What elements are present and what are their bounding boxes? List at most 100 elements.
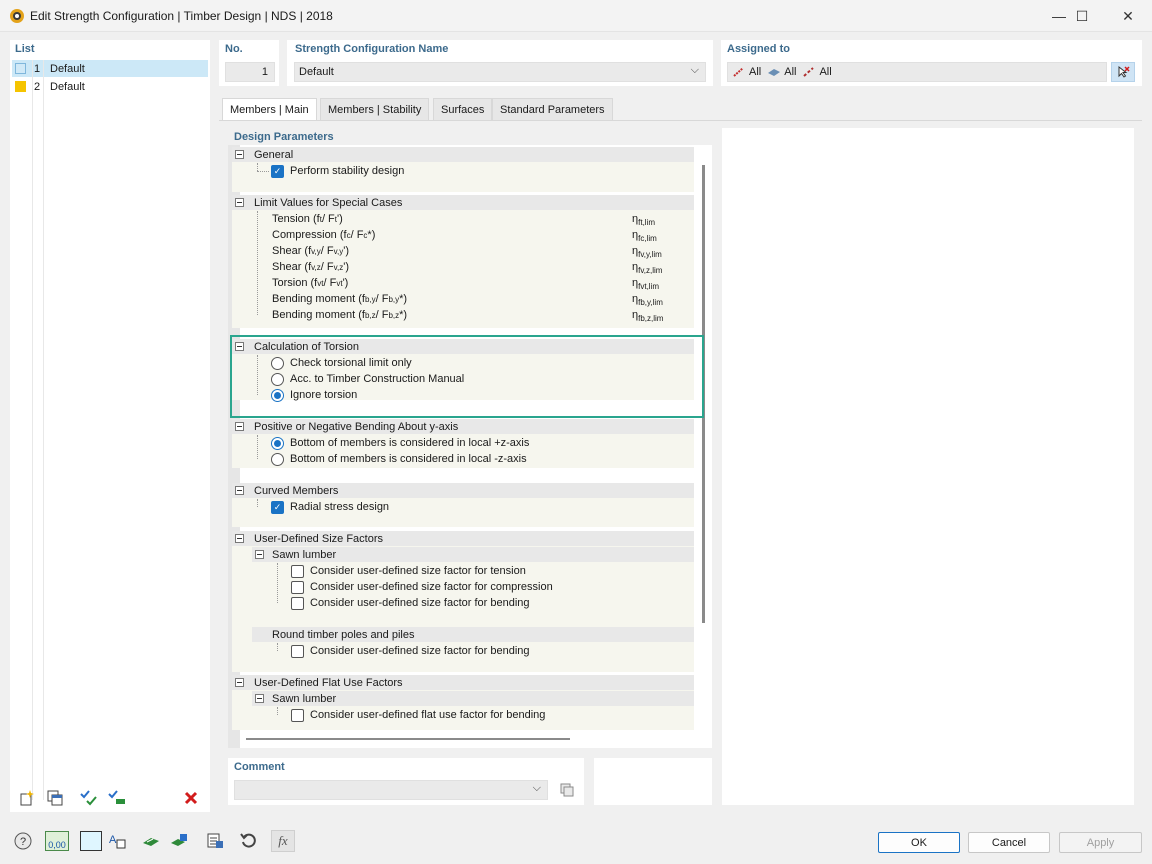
checkbox-icon[interactable]	[291, 644, 304, 658]
maximize-button[interactable]: ☐	[1059, 0, 1105, 32]
radial-stress-row[interactable]: ✓ Radial stress design	[271, 499, 389, 515]
size-factor-tension-row[interactable]: Consider user-defined size factor for te…	[291, 563, 526, 579]
limit-row-bending-z[interactable]: Bending moment (f b,z / Fb,z *)	[272, 307, 407, 323]
member-sets-icon	[803, 67, 815, 77]
model-green-icon[interactable]	[138, 829, 164, 853]
limit-sub: b,y	[364, 294, 376, 304]
collapse-icon[interactable]	[255, 694, 264, 703]
copy-item-icon[interactable]	[43, 787, 67, 809]
assigned-label: Assigned to	[727, 43, 790, 55]
group-general[interactable]: General	[232, 147, 694, 162]
limit-row-shear-z[interactable]: Shear (f v,z / Fv,z ')	[272, 259, 349, 275]
limit-mid: / F	[321, 213, 335, 225]
new-item-icon[interactable]	[15, 787, 39, 809]
chevron-down-icon: ⌵	[690, 64, 699, 76]
checkbox-icon[interactable]	[291, 580, 304, 594]
checkbox-icon[interactable]	[291, 708, 304, 722]
tab-surfaces[interactable]: Surfaces	[433, 98, 493, 120]
collapse-icon[interactable]	[235, 422, 244, 431]
group-bending[interactable]: Positive or Negative Bending About y-axi…	[232, 419, 694, 434]
bending-option-label: Bottom of members is considered in local…	[290, 453, 527, 465]
collapse-icon[interactable]	[255, 550, 264, 559]
checkbox-checked-icon[interactable]: ✓	[271, 164, 284, 178]
eta-sub: fb,y,lim	[638, 298, 663, 308]
group-title: Curved Members	[254, 484, 339, 497]
collapse-icon[interactable]	[235, 678, 244, 687]
subgroup-title: Sawn lumber	[272, 692, 337, 705]
tab-members-main[interactable]: Members | Main	[222, 98, 317, 121]
limit-row-torsion[interactable]: Torsion (f vt / Fvt ')	[272, 275, 348, 291]
color-swatch	[15, 81, 26, 92]
eta-symbol: ηfb,z,lim	[632, 309, 663, 323]
collapse-icon[interactable]	[235, 198, 244, 207]
title-bar: Edit Strength Configuration | Timber Des…	[0, 0, 1152, 32]
tab-members-stability[interactable]: Members | Stability	[320, 98, 430, 120]
comment-copy-button[interactable]	[556, 780, 578, 800]
assigned-field[interactable]: All All All	[727, 62, 1107, 82]
ok-button[interactable]: OK	[878, 832, 960, 853]
size-factor-compression-row[interactable]: Consider user-defined size factor for co…	[291, 579, 553, 595]
subgroup-title: Sawn lumber	[272, 548, 337, 561]
perform-stability-row[interactable]: ✓ Perform stability design	[271, 163, 404, 179]
group-flat-use[interactable]: User-Defined Flat Use Factors	[232, 675, 694, 690]
flat-use-bending-row[interactable]: Consider user-defined flat use factor fo…	[291, 707, 545, 723]
cancel-button[interactable]: Cancel	[968, 832, 1050, 853]
subgroup-flat-sawn-lumber[interactable]: Sawn lumber	[252, 691, 694, 706]
units-icon[interactable]: 0,00	[44, 829, 70, 853]
flat-use-label: Consider user-defined flat use factor fo…	[310, 709, 546, 721]
radio-icon[interactable]	[271, 452, 284, 466]
checkbox-icon[interactable]	[291, 564, 304, 578]
text-style-icon[interactable]: A	[104, 829, 130, 853]
list-item[interactable]: 2 Default	[12, 78, 208, 95]
delete-icon[interactable]	[179, 787, 203, 809]
collapse-icon[interactable]	[235, 486, 244, 495]
checkbox-icon[interactable]	[291, 596, 304, 610]
group-size-factors[interactable]: User-Defined Size Factors	[232, 531, 694, 546]
limit-row-tension[interactable]: Tension (f t / Ft ')	[272, 211, 343, 227]
app-icon	[10, 9, 24, 23]
bending-option-positive[interactable]: Bottom of members is considered in local…	[271, 435, 529, 451]
eta-symbol: ηfv,y,lim	[632, 245, 662, 259]
list-panel: List 1 Default 2 Default	[10, 40, 210, 812]
group-limit-values[interactable]: Limit Values for Special Cases	[232, 195, 694, 210]
info-panel	[722, 128, 1134, 805]
help-icon[interactable]: ?	[10, 829, 36, 853]
collapse-icon[interactable]	[235, 534, 244, 543]
radio-selected-icon[interactable]	[271, 436, 284, 450]
limit-row-shear-y[interactable]: Shear (f v,y / Fv,y ')	[272, 243, 349, 259]
tree-line	[257, 171, 269, 172]
size-factor-bending-row[interactable]: Consider user-defined size factor for be…	[291, 595, 530, 611]
torsion-highlight-frame	[230, 335, 704, 418]
number-field[interactable]: 1	[225, 62, 275, 82]
limit-row-compression[interactable]: Compression (f c / Fc *)	[272, 227, 375, 243]
limit-row-bending-y[interactable]: Bending moment (f b,y / Fb,y *)	[272, 291, 407, 307]
table-icon[interactable]	[202, 829, 228, 853]
subgroup-sawn-lumber[interactable]: Sawn lumber	[252, 547, 694, 562]
subgroup-round-timber[interactable]: Round timber poles and piles	[252, 627, 694, 642]
list-item[interactable]: 1 Default	[12, 60, 208, 77]
tab-standard-parameters[interactable]: Standard Parameters	[492, 98, 613, 120]
collapse-icon[interactable]	[235, 150, 244, 159]
save-model-icon[interactable]	[166, 829, 192, 853]
subgroup-title: Round timber poles and piles	[272, 628, 415, 641]
eta-sub: ft,lim	[638, 218, 656, 228]
window-title: Edit Strength Configuration | Timber Des…	[30, 9, 333, 23]
group-curved[interactable]: Curved Members	[232, 483, 694, 498]
list-item-name: Default	[50, 62, 85, 75]
check-selected-icon[interactable]	[105, 787, 129, 809]
color-swatch	[15, 63, 26, 74]
color-box-icon[interactable]	[78, 829, 104, 853]
reset-icon[interactable]	[236, 829, 262, 853]
limit-sub: v,z	[311, 262, 321, 272]
round-size-factor-bending-row[interactable]: Consider user-defined size factor for be…	[291, 643, 530, 659]
formula-icon[interactable]: fx	[270, 829, 296, 853]
select-in-graphics-button[interactable]	[1111, 62, 1135, 82]
horizontal-scrollbar[interactable]	[246, 738, 570, 740]
name-dropdown[interactable]: Default ⌵	[294, 62, 706, 82]
comment-input[interactable]: ⌵	[234, 780, 548, 800]
close-button[interactable]: ✕	[1105, 0, 1151, 32]
bending-option-negative[interactable]: Bottom of members is considered in local…	[271, 451, 527, 467]
check-all-icon[interactable]	[77, 787, 101, 809]
apply-button[interactable]: Apply	[1059, 832, 1142, 853]
checkbox-checked-icon[interactable]: ✓	[271, 500, 284, 514]
